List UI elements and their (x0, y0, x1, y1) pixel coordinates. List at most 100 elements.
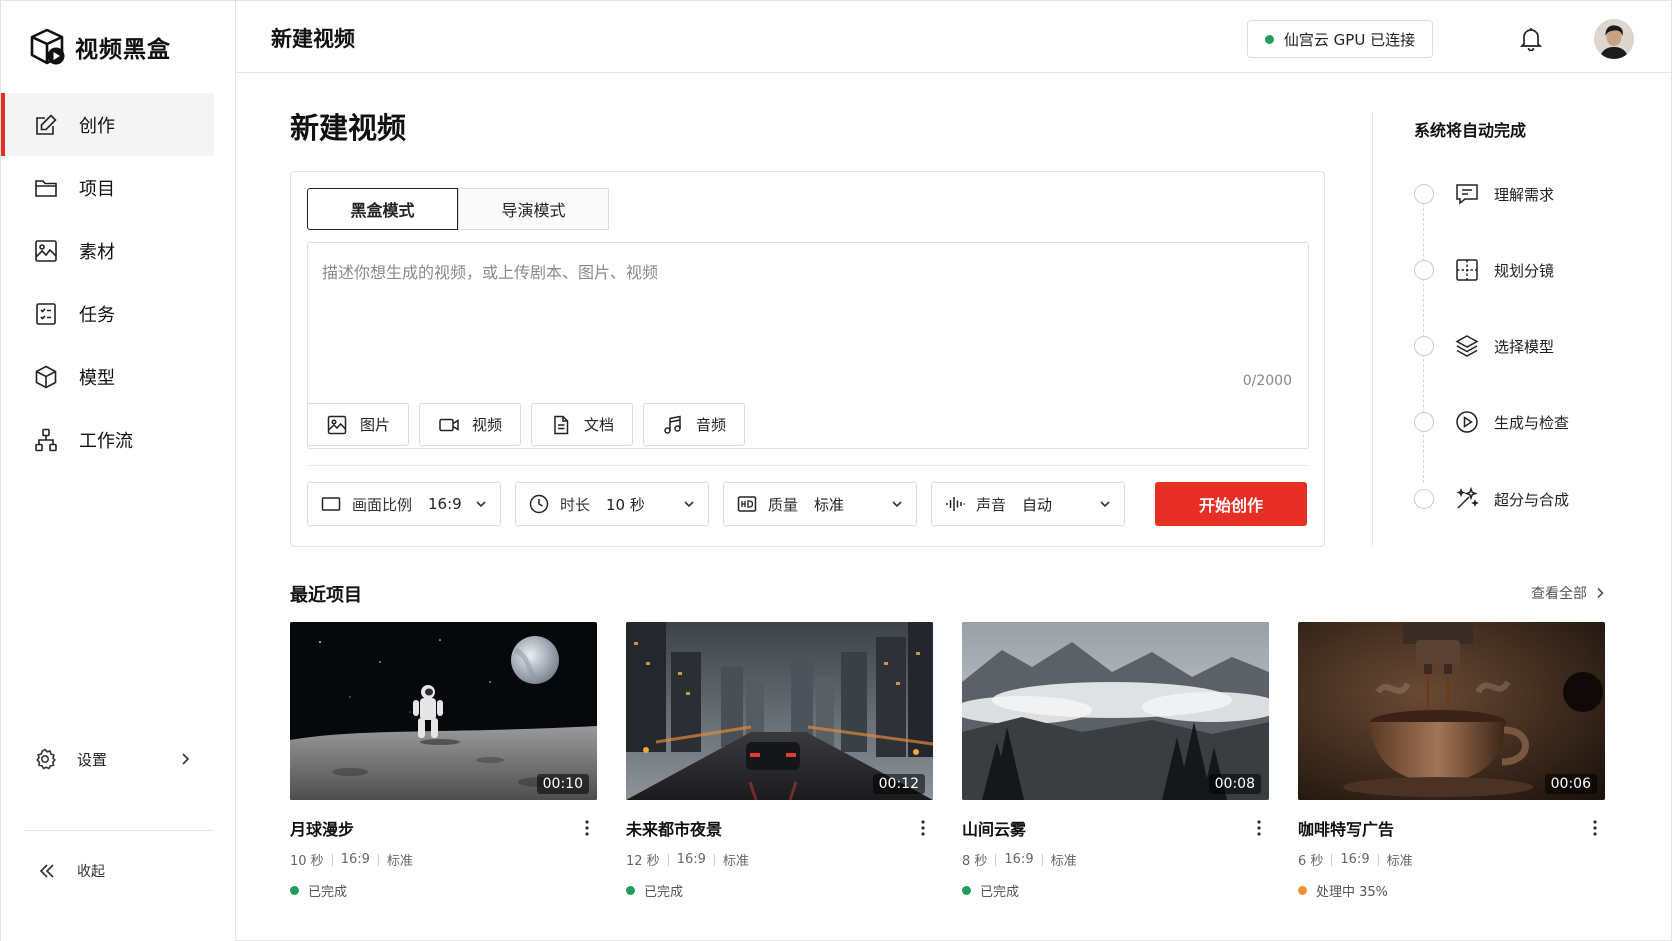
folder-icon (35, 179, 57, 197)
more-vertical-icon[interactable] (577, 818, 597, 838)
edit-icon (36, 113, 57, 135)
sidebar-divider (23, 830, 213, 831)
option-label: 声音 (976, 495, 1007, 514)
video-icon (439, 418, 459, 431)
project-thumbnail[interactable]: 00:08 (962, 622, 1269, 800)
project-quality: 标准 (1386, 854, 1413, 869)
project-thumbnail[interactable]: 00:12 (626, 622, 933, 800)
chevron-down-icon (476, 501, 486, 508)
collapse-sidebar-button[interactable]: 收起 (37, 861, 105, 881)
sparkle-icon (1456, 486, 1479, 509)
project-quality: 标准 (1050, 854, 1077, 869)
sidebar-item-tasks[interactable]: 任务 (1, 282, 214, 345)
chevron-right-icon (182, 753, 190, 765)
option-label: 质量 (768, 495, 799, 514)
project-length: 8 秒 (962, 854, 988, 869)
project-ratio: 16:9 (1004, 852, 1034, 867)
settings-button[interactable]: 设置 (33, 747, 193, 771)
tab-director-mode[interactable]: 导演模式 (458, 188, 609, 230)
upload-video-button[interactable]: 视频 (419, 403, 522, 446)
project-meta: 6 秒 16:9 标准 (1298, 850, 1605, 869)
project-title: 月球漫步 (290, 820, 355, 839)
audio-select[interactable]: 声音 自动 (931, 482, 1125, 526)
view-all-label: 查看全部 (1531, 586, 1587, 602)
user-avatar[interactable] (1594, 19, 1634, 59)
more-vertical-icon[interactable] (913, 818, 933, 838)
more-vertical-icon[interactable] (1249, 818, 1269, 838)
project-card[interactable]: 00:10 月球漫步 10 秒 16:9 标准 已完成 (290, 622, 597, 900)
aspect-ratio-select[interactable]: 画面比例 16:9 (307, 482, 501, 526)
music-icon (664, 415, 681, 434)
step-status-circle (1414, 412, 1434, 432)
meta-separator (1041, 853, 1043, 866)
project-title: 山间云雾 (962, 820, 1027, 839)
workflow-icon (35, 428, 57, 451)
chevron-down-icon (684, 501, 694, 508)
sidebar-item-create[interactable]: 创作 (1, 93, 214, 156)
video-box-logo-icon (30, 28, 65, 65)
message-icon (1456, 184, 1478, 205)
sidebar-item-models[interactable]: 模型 (1, 345, 214, 408)
document-icon (554, 415, 569, 434)
project-card[interactable]: 00:12 未来都市夜景 12 秒 16:9 标准 已完成 (626, 622, 933, 900)
project-status-text: 处理中 35% (1316, 885, 1389, 900)
project-card[interactable]: 00:06 咖啡特写广告 6 秒 16:9 标准 处理中 35% (1298, 622, 1605, 900)
step-label: 选择模型 (1494, 337, 1555, 356)
project-thumbnail[interactable]: 00:10 (290, 622, 597, 800)
project-length: 10 秒 (290, 854, 324, 869)
quality-select[interactable]: 质量 标准 (723, 482, 917, 526)
create-video-card: 黑盒模式 导演模式 0/2000 图片 视频 文档 (290, 171, 1325, 547)
sidebar-item-workflow[interactable]: 工作流 (1, 408, 214, 471)
upload-document-button[interactable]: 文档 (531, 403, 634, 446)
app-logo[interactable]: 视频黑盒 (27, 27, 171, 67)
gear-icon (36, 748, 56, 770)
duration-select[interactable]: 时长 10 秒 (515, 482, 709, 526)
step-generate-check: 生成与检查 (1414, 409, 1614, 435)
project-status: 已完成 (626, 881, 933, 900)
card-divider (307, 465, 1309, 466)
upload-image-button[interactable]: 图片 (307, 403, 410, 446)
meta-separator (1331, 853, 1333, 866)
cube-icon (35, 365, 57, 388)
project-quality: 标准 (722, 854, 749, 869)
steps-panel-title: 系统将自动完成 (1414, 121, 1527, 140)
option-label: 时长 (560, 495, 591, 514)
settings-label: 设置 (77, 750, 108, 769)
gpu-status-badge[interactable]: 仙宫云 GPU 已连接 (1247, 20, 1433, 58)
step-label: 超分与合成 (1494, 490, 1570, 509)
duration-badge: 00:08 (1208, 774, 1261, 794)
project-length: 12 秒 (626, 854, 660, 869)
header-title: 新建视频 (271, 27, 355, 51)
project-card[interactable]: 00:08 山间云雾 8 秒 16:9 标准 已完成 (962, 622, 1269, 900)
step-status-circle (1414, 260, 1434, 280)
project-thumbnail[interactable]: 00:06 (1298, 622, 1605, 800)
tab-blackbox-mode[interactable]: 黑盒模式 (307, 188, 458, 230)
project-meta: 10 秒 16:9 标准 (290, 850, 597, 869)
upload-image-label: 图片 (360, 416, 391, 434)
gpu-status-text: 仙宫云 GPU 已连接 (1283, 30, 1416, 49)
upload-audio-button[interactable]: 音频 (643, 403, 746, 446)
sidebar-item-projects[interactable]: 项目 (1, 156, 214, 219)
step-select-model: 选择模型 (1414, 333, 1614, 359)
project-status: 已完成 (290, 881, 597, 900)
chevron-right-icon (1597, 587, 1604, 599)
project-status-text: 已完成 (644, 885, 684, 900)
view-all-link[interactable]: 查看全部 (1531, 583, 1607, 603)
chevron-down-icon (1100, 501, 1110, 508)
start-create-button[interactable]: 开始创作 (1155, 482, 1307, 526)
bell-icon[interactable] (1518, 25, 1544, 51)
image-icon (35, 239, 57, 262)
sidebar-item-label: 素材 (79, 241, 115, 263)
meta-separator (713, 853, 715, 866)
sidebar-item-label: 创作 (79, 115, 115, 137)
project-title: 咖啡特写广告 (1298, 820, 1395, 839)
checklist-icon (36, 302, 56, 325)
more-vertical-icon[interactable] (1585, 818, 1605, 838)
mode-tabs: 黑盒模式 导演模式 (307, 188, 609, 230)
clock-icon (529, 494, 549, 514)
project-status-text: 已完成 (980, 885, 1020, 900)
sidebar-item-assets[interactable]: 素材 (1, 219, 214, 282)
prompt-input[interactable] (308, 243, 1308, 393)
project-status-text: 已完成 (308, 885, 348, 900)
generation-options: 画面比例 16:9 时长 10 秒 质量 标准 声音 自动 (307, 482, 1125, 526)
